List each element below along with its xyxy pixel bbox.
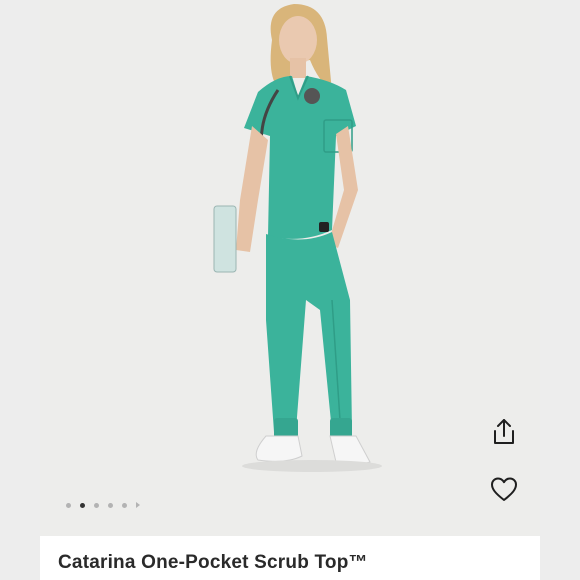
image-carousel-indicator [66,502,140,508]
share-button[interactable] [489,417,519,447]
left-gutter [0,0,40,580]
carousel-dot[interactable] [66,502,71,508]
carousel-more-arrow-icon [136,502,140,508]
carousel-dot[interactable] [94,502,99,508]
product-image[interactable] [40,0,540,536]
carousel-dot-active[interactable] [80,502,85,508]
heart-icon [491,477,517,501]
product-title-bar: Catarina One-Pocket Scrub Top™ [40,536,540,580]
share-icon [494,419,514,444]
favorite-button[interactable] [489,474,519,504]
right-gutter [540,0,580,580]
carousel-dot[interactable] [108,502,113,508]
model-in-scrubs-illustration [213,4,382,472]
carousel-dot[interactable] [122,502,127,508]
product-title: Catarina One-Pocket Scrub Top™ [58,552,368,573]
